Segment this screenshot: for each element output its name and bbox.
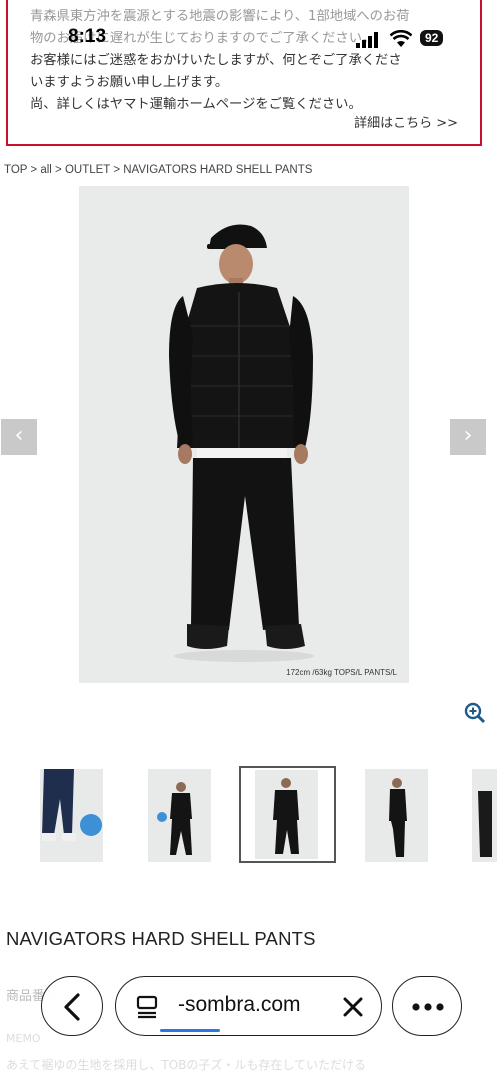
status-time: 8:13 xyxy=(68,26,107,47)
back-button[interactable] xyxy=(41,976,103,1036)
prev-image-button[interactable]: ‹ xyxy=(1,419,37,455)
breadcrumb-separator: > xyxy=(27,164,41,176)
breadcrumb-item-all[interactable]: all xyxy=(40,164,52,176)
notice-line: 青森県東方沖を震源とする地震の影響により、1部地域へのお荷 xyxy=(30,9,410,24)
url-text: -sombra.com xyxy=(178,993,301,1016)
breadcrumb-separator: > xyxy=(51,164,65,176)
shipping-notice: 青森県東方沖を震源とする地震の影響により、1部地域へのお荷 物のお届けに遅れが生… xyxy=(6,0,482,146)
thumbnail-image xyxy=(255,770,318,859)
thumbnail-image xyxy=(365,769,428,862)
address-bar[interactable]: -sombra.com xyxy=(115,976,382,1036)
thumbnail-2[interactable] xyxy=(148,769,211,862)
more-button[interactable] xyxy=(392,976,462,1036)
main-product-image[interactable]: 172cm /63kg TOPS/L PANTS/L xyxy=(79,186,409,683)
product-title: NAVIGATORS HARD SHELL PANTS xyxy=(6,928,316,949)
cellular-signal-icon xyxy=(356,32,378,48)
thumbnail-image xyxy=(148,769,211,862)
close-icon[interactable] xyxy=(342,996,364,1018)
breadcrumb: TOP > all > OUTLET > NAVIGATORS HARD SHE… xyxy=(4,164,312,176)
wifi-icon xyxy=(390,30,412,47)
battery-level: 92 xyxy=(420,30,444,46)
thumbnail-1[interactable] xyxy=(40,769,103,862)
model-photo xyxy=(169,224,314,662)
status-bar: 8:13 92 xyxy=(0,26,497,56)
thumbnail-strip xyxy=(0,766,497,866)
breadcrumb-separator: > xyxy=(110,164,124,176)
breadcrumb-item-outlet[interactable]: OUTLET xyxy=(65,164,110,176)
thumbnail-3-selected[interactable] xyxy=(239,766,336,863)
thumbnail-5[interactable] xyxy=(472,769,497,862)
breadcrumb-item-top[interactable]: TOP xyxy=(4,164,27,176)
product-sub-label: MEMO xyxy=(6,1032,41,1045)
chevron-left-icon xyxy=(64,993,80,1021)
image-caption: 172cm /63kg TOPS/L PANTS/L xyxy=(286,668,397,677)
more-icon xyxy=(412,1003,444,1011)
next-image-button[interactable]: › xyxy=(450,419,486,455)
tabs-icon xyxy=(136,995,158,1019)
thumbnail-image xyxy=(40,769,103,862)
zoom-in-icon[interactable] xyxy=(464,702,486,724)
notice-line: いますようお願い申し上げます。 xyxy=(30,75,229,90)
thumbnail-frame xyxy=(255,770,318,859)
page-load-progress xyxy=(160,1029,220,1032)
notice-detail-link[interactable]: 詳細はこちら >> xyxy=(354,112,458,131)
thumbnail-4[interactable] xyxy=(365,769,428,862)
product-description: あえて裾ゆの生地を採用し、TOBの子ズ・ルも存在していただける xyxy=(6,1058,367,1072)
breadcrumb-item-current: NAVIGATORS HARD SHELL PANTS xyxy=(123,164,313,176)
thumbnail-image xyxy=(472,769,497,862)
